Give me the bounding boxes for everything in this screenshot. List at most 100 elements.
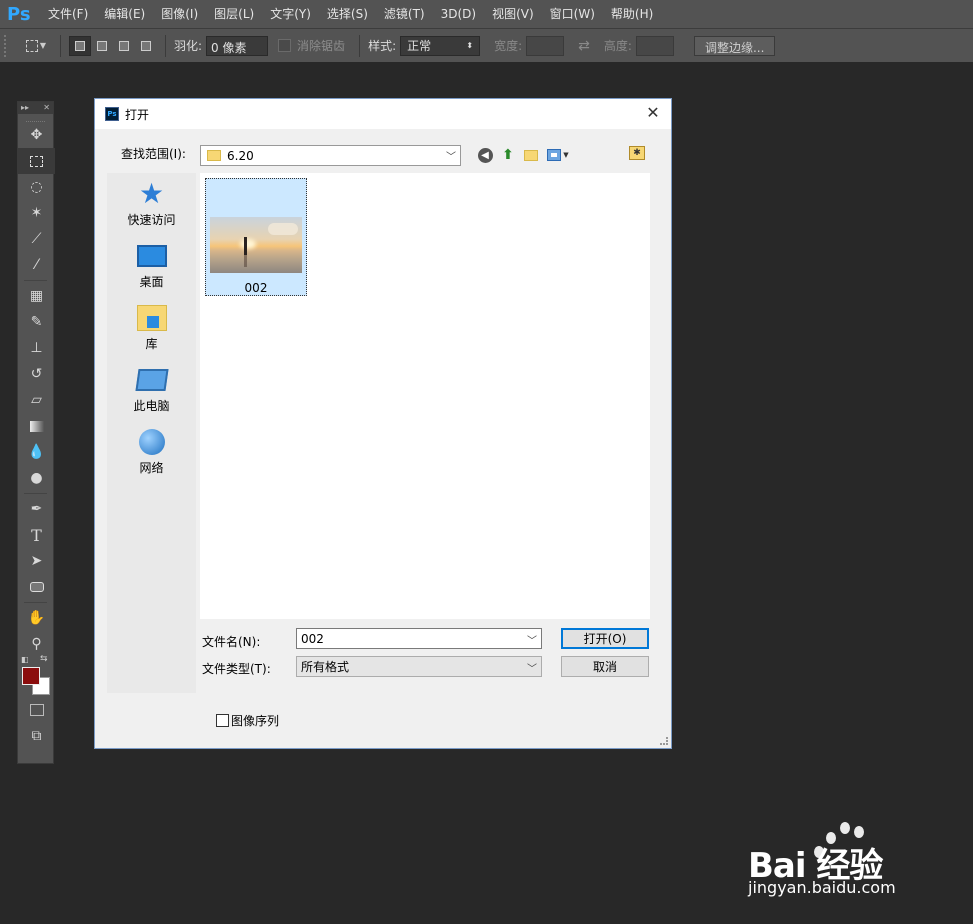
menu-help[interactable]: 帮助(H) [603,0,661,28]
menu-layer[interactable]: 图层(L) [206,0,262,28]
menu-select[interactable]: 选择(S) [319,0,376,28]
favorite-folder-icon[interactable]: ✱ [629,146,645,160]
foreground-color-swatch[interactable] [22,667,40,685]
menu-view[interactable]: 视图(V) [484,0,542,28]
new-folder-button[interactable] [521,146,541,164]
back-button[interactable]: ◀ [475,146,495,164]
blur-tool[interactable]: 💧 [18,439,55,465]
dodge-tool[interactable]: ● [18,465,55,491]
filename-input[interactable]: 002 ﹀ [296,628,542,649]
brush-icon: ✎ [30,314,43,330]
menu-image[interactable]: 图像(I) [153,0,206,28]
default-colors-icon[interactable]: ◧ [21,655,29,664]
filetype-value: 所有格式 [301,660,350,674]
style-label: 样式: [368,39,397,53]
style-value: 正常 [407,39,432,53]
eyedropper-icon: ⁄ [35,257,38,273]
width-input[interactable] [526,35,565,56]
close-icon[interactable]: ✕ [643,103,663,122]
file-item[interactable]: 002 [205,178,307,296]
tool-preset-picker[interactable]: ▼ [20,35,52,57]
place-network[interactable]: 网络 [107,427,196,483]
zoom-tool[interactable]: ⚲ [18,631,55,657]
pen-tool[interactable]: ✒ [18,496,55,522]
gradient-tool[interactable] [18,413,55,439]
filetype-label: 文件类型(T): [202,662,271,676]
back-arrow-icon: ◀ [477,147,493,163]
place-label: 网络 [139,461,164,475]
look-in-label: 查找范围(I): [121,147,186,161]
open-button[interactable]: 打开(O) [561,628,649,649]
move-tool[interactable]: ✥ [18,122,55,148]
ps-logo: Ps [7,3,31,25]
path-selection-tool[interactable]: ➤ [18,548,55,574]
hand-tool[interactable]: ✋ [18,605,55,631]
nav-toolbar: ◀ ⬆ ▼ [475,146,575,164]
menu-window[interactable]: 窗口(W) [542,0,603,28]
chevron-down-icon[interactable]: ﹀ [527,632,537,647]
subtract-selection-icon [119,40,129,51]
swap-colors-icon[interactable]: ⇆ [40,654,48,664]
history-brush-tool[interactable]: ↺ [18,361,55,387]
look-in-combo[interactable]: 6.20 ﹀ [200,145,461,166]
feather-input[interactable]: 0 像素 [206,35,269,56]
open-dialog: Ps 打开 ✕ 查找范围(I): 6.20 ﹀ ◀ ⬆ ▼ ✱ ★ 快速访问 桌… [94,98,672,749]
resize-grip[interactable] [660,737,668,745]
crop-icon: ⟋ [31,231,42,247]
crop-tool[interactable]: ⟋ [18,226,55,252]
type-tool[interactable]: T [18,522,55,548]
shape-tool[interactable] [18,574,55,600]
ps-app-icon: Ps [105,107,119,121]
close-icon[interactable]: ✕ [43,102,50,114]
swap-icon[interactable]: ⇄ [578,38,590,54]
place-quick-access[interactable]: ★ 快速访问 [107,179,196,235]
view-menu-button[interactable]: ▼ [544,146,572,164]
eraser-tool[interactable]: ▱ [18,387,55,413]
healing-brush-tool[interactable]: ▦ [18,283,55,309]
dialog-titlebar[interactable]: Ps 打开 [95,99,671,129]
place-desktop[interactable]: 桌面 [107,241,196,297]
arrow-icon: ➤ [30,553,43,569]
intersect-selection-button[interactable] [135,36,157,56]
file-list[interactable]: 002 [200,173,650,619]
marquee-tool[interactable] [18,148,55,174]
up-folder-button[interactable]: ⬆ [498,146,518,164]
collapse-icon[interactable]: ▸▸ [21,102,29,114]
screen-mode-button[interactable]: ⧉ [18,723,55,749]
place-library[interactable]: 库 [107,303,196,359]
file-thumbnail [210,217,302,273]
new-selection-button[interactable] [69,35,91,56]
magic-wand-tool[interactable]: ✶ [18,200,55,226]
lasso-tool[interactable]: ◌ [18,174,55,200]
look-in-value: 6.20 [227,148,254,163]
menu-3d[interactable]: 3D(D) [433,0,484,28]
image-sequence-checkbox[interactable]: 图像序列 [216,712,279,729]
add-selection-button[interactable] [91,36,113,56]
baidu-jingyan-watermark: Bai 经验 jingyan.baidu.com [748,818,948,908]
refine-edge-button[interactable]: 调整边缘... [693,35,776,56]
quick-mask-button[interactable] [18,697,55,723]
brush-tool[interactable]: ✎ [18,309,55,335]
filetype-select[interactable]: 所有格式 ﹀ [296,656,542,677]
menu-filter[interactable]: 滤镜(T) [376,0,433,28]
place-this-pc[interactable]: 此电脑 [107,365,196,421]
folder-icon [207,150,221,161]
intersect-selection-icon [141,40,151,51]
chevron-down-icon: ﹀ [446,152,456,163]
eyedropper-tool[interactable]: ⁄ [18,252,55,278]
menu-type[interactable]: 文字(Y) [262,0,319,28]
menu-bar: Ps 文件(F) 编辑(E) 图像(I) 图层(L) 文字(Y) 选择(S) 滤… [0,0,973,28]
toolbox-header[interactable]: ▸▸ ✕ [18,102,53,114]
marquee-icon [29,153,45,169]
lasso-icon: ◌ [30,179,43,195]
antialias-checkbox[interactable]: 消除锯齿 [278,37,345,54]
cancel-button[interactable]: 取消 [561,656,649,677]
subtract-selection-button[interactable] [113,36,135,56]
dodge-icon: ● [30,470,43,486]
menu-file[interactable]: 文件(F) [40,0,96,28]
menu-edit[interactable]: 编辑(E) [96,0,153,28]
options-grip[interactable] [4,34,10,57]
clone-stamp-tool[interactable]: ⊥ [18,335,55,361]
height-input[interactable] [635,35,674,56]
style-select[interactable]: 正常 ⬍ [400,35,481,56]
